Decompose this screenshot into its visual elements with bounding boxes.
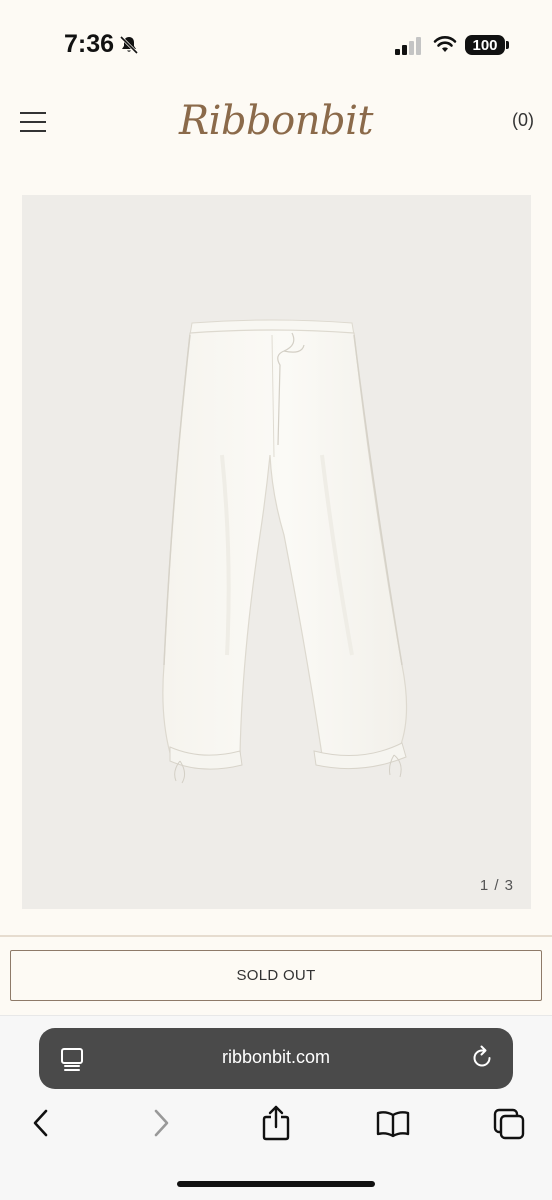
cart-button[interactable]: (0) (512, 110, 534, 131)
forward-chevron-icon[interactable] (148, 1108, 174, 1138)
url-text: ribbonbit.com (221, 1047, 331, 1067)
divider (0, 935, 552, 937)
browser-toolbar: ribbonbit.com (0, 1015, 552, 1200)
tabs-overview-icon[interactable] (493, 1108, 527, 1140)
status-time: 7:36 (64, 30, 115, 58)
cellular-signal-icon (395, 37, 421, 55)
share-icon[interactable] (260, 1104, 292, 1142)
site-header: Ribbonbit (0) (0, 90, 552, 170)
site-logo[interactable]: Ribbonbit (0, 98, 552, 144)
battery-indicator: 100 (465, 35, 505, 55)
product-image-gallery[interactable]: 1 / 3 (22, 195, 531, 909)
status-bar: 7:36 100 (0, 0, 552, 90)
back-chevron-icon[interactable] (28, 1108, 54, 1138)
bell-off-icon (119, 35, 139, 55)
address-bar[interactable]: ribbonbit.com (39, 1028, 513, 1089)
product-image (162, 319, 408, 784)
sold-out-button[interactable]: SOLD OUT (10, 950, 542, 1001)
home-indicator (177, 1181, 375, 1187)
wifi-icon (433, 36, 457, 52)
bookmarks-icon[interactable] (375, 1110, 411, 1138)
reload-icon[interactable] (469, 1045, 495, 1071)
battery-nub (506, 41, 509, 49)
image-counter: 1 / 3 (479, 877, 514, 894)
